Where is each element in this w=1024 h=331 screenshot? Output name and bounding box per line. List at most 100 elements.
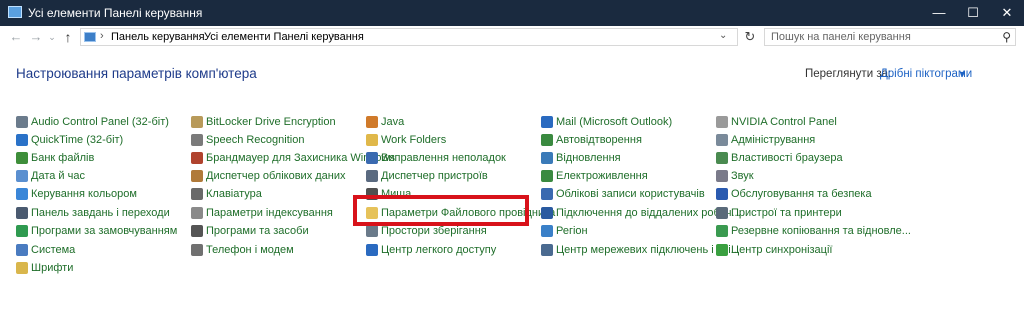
breadcrumb-control-panel[interactable]: Панель керування	[111, 31, 205, 43]
user-accounts-icon	[541, 188, 553, 200]
java-icon	[366, 116, 378, 128]
highlight-box	[353, 195, 529, 226]
breadcrumb-separator[interactable]: ›	[331, 30, 335, 42]
recent-locations-chevron-icon[interactable]: ⌄	[44, 29, 60, 45]
control-panel-item-label[interactable]: Параметри індексування	[206, 206, 333, 221]
control-panel-item-label[interactable]: Банк файлів	[31, 151, 94, 166]
control-panel-item-label[interactable]: Дата й час	[31, 169, 85, 184]
control-panel-item-label[interactable]: Резервне копіювання та відновле...	[731, 224, 911, 239]
address-bar[interactable]: › Панель керування › Усі елементи Панелі…	[80, 28, 738, 46]
search-icon[interactable]: ⚲	[1002, 30, 1011, 44]
taskbar-icon	[16, 207, 28, 219]
control-panel-item-label[interactable]: Speech Recognition	[206, 133, 304, 148]
control-panel-icon	[8, 6, 22, 18]
autoplay-icon	[541, 134, 553, 146]
close-button[interactable]: ✕	[990, 0, 1024, 26]
control-panel-item-label[interactable]: BitLocker Drive Encryption	[206, 115, 336, 130]
phone-icon	[191, 244, 203, 256]
printer-icon	[716, 207, 728, 219]
control-panel-item-label[interactable]: Програми за замовчуванням	[31, 224, 177, 239]
programs-icon	[191, 225, 203, 237]
control-panel-item-label[interactable]: Клавіатура	[206, 187, 262, 202]
ease-of-access-icon	[366, 244, 378, 256]
firewall-icon	[191, 152, 203, 164]
region-icon	[541, 225, 553, 237]
default-programs-icon	[16, 225, 28, 237]
search-box[interactable]: ⚲	[764, 28, 1016, 46]
control-panel-item-label[interactable]: Регіон	[556, 224, 588, 239]
control-panel-item-label[interactable]: Програми та засоби	[206, 224, 309, 239]
title-bar: Усі елементи Панелі керування — ☐ ✕	[0, 0, 1024, 26]
internet-options-icon	[716, 152, 728, 164]
admin-tools-icon	[716, 134, 728, 146]
address-dropdown-chevron-icon[interactable]: ⌄	[719, 30, 727, 41]
address-row: ← → ⌄ ↑ › Панель керування › Усі елемент…	[0, 26, 1024, 48]
backup-icon	[716, 225, 728, 237]
control-panel-item-label[interactable]: Пристрої та принтери	[731, 206, 842, 221]
flag-icon	[716, 188, 728, 200]
control-panel-item-label[interactable]: Audio Control Panel (32-біт)	[31, 115, 169, 130]
breadcrumb-separator[interactable]: ›	[193, 30, 197, 42]
control-panel-item-label[interactable]: Диспетчер пристроїв	[381, 169, 488, 184]
network-icon	[541, 244, 553, 256]
control-panel-item-label[interactable]: Панель завдань і переходи	[31, 206, 170, 221]
sound-icon	[716, 170, 728, 182]
control-panel-item-label[interactable]: Електроживлення	[556, 169, 648, 184]
control-panel-item-label[interactable]: Властивості браузера	[731, 151, 843, 166]
speaker-icon	[16, 116, 28, 128]
file-history-icon	[16, 152, 28, 164]
control-panel-item-label[interactable]: QuickTime (32-біт)	[31, 133, 123, 148]
control-panel-item-label[interactable]: Адміністрування	[731, 133, 815, 148]
control-panel-icon	[84, 32, 96, 42]
control-panel-item-label[interactable]: Виправлення неполадок	[381, 151, 506, 166]
control-panel-item-label[interactable]: NVIDIA Control Panel	[731, 115, 837, 130]
breadcrumb-all-items[interactable]: Усі елементи Панелі керування	[204, 31, 364, 43]
control-panel-item-label[interactable]: Шрифти	[31, 261, 73, 276]
device-manager-icon	[366, 170, 378, 182]
control-panel-item-label[interactable]: Диспетчер облікових даних	[206, 169, 346, 184]
troubleshoot-icon	[366, 152, 378, 164]
window-title: Усі елементи Панелі керування	[28, 6, 203, 20]
power-icon	[541, 170, 553, 182]
search-input[interactable]	[771, 30, 991, 44]
forward-arrow-icon[interactable]: →	[28, 29, 44, 45]
control-panel-item-label[interactable]: Підключення до віддалених робоч...	[556, 206, 741, 221]
control-panel-item-label[interactable]: Обслуговування та безпека	[731, 187, 872, 202]
back-arrow-icon[interactable]: ←	[8, 29, 24, 45]
keyboard-icon	[191, 188, 203, 200]
nvidia-icon	[716, 116, 728, 128]
maximize-button[interactable]: ☐	[956, 0, 990, 26]
control-panel-item-label[interactable]: Система	[31, 243, 75, 258]
control-panel-item-label[interactable]: Центр мережевих підключень і спі...	[556, 243, 740, 258]
control-panel-item-label[interactable]: Телефон і модем	[206, 243, 294, 258]
fonts-icon	[16, 262, 28, 274]
recovery-icon	[541, 152, 553, 164]
microphone-icon	[191, 134, 203, 146]
control-panel-item-label[interactable]: Відновлення	[556, 151, 621, 166]
refresh-icon[interactable]: ↻	[742, 28, 758, 46]
control-panel-item-label[interactable]: Work Folders	[381, 133, 446, 148]
control-panel-item-label[interactable]: Центр легкого доступу	[381, 243, 496, 258]
work-folders-icon	[366, 134, 378, 146]
color-icon	[16, 188, 28, 200]
control-panel-item-label[interactable]: Керування кольором	[31, 187, 137, 202]
minimize-button[interactable]: —	[922, 0, 956, 26]
page-title: Настроювання параметрів комп'ютера	[16, 66, 257, 81]
remote-desktop-icon	[541, 207, 553, 219]
control-panel-item-label[interactable]: Центр синхронізації	[731, 243, 832, 258]
control-panel-item-label[interactable]: Mail (Microsoft Outlook)	[556, 115, 672, 130]
up-arrow-icon[interactable]: ↑	[60, 29, 76, 45]
control-panel-item-label[interactable]: Простори зберігання	[381, 224, 487, 239]
indexing-icon	[191, 207, 203, 219]
clock-icon	[16, 170, 28, 182]
storage-spaces-icon	[366, 225, 378, 237]
system-icon	[16, 244, 28, 256]
bitlocker-icon	[191, 116, 203, 128]
control-panel-item-label[interactable]: Облікові записи користувачів	[556, 187, 705, 202]
control-panel-item-label[interactable]: Автовідтворення	[556, 133, 642, 148]
control-panel-item-label[interactable]: Java	[381, 115, 404, 130]
control-panel-item-label[interactable]: Звук	[731, 169, 754, 184]
credentials-icon	[191, 170, 203, 182]
breadcrumb-separator[interactable]: ›	[100, 30, 104, 42]
view-by-chevron-icon[interactable]: ▼	[958, 69, 967, 79]
